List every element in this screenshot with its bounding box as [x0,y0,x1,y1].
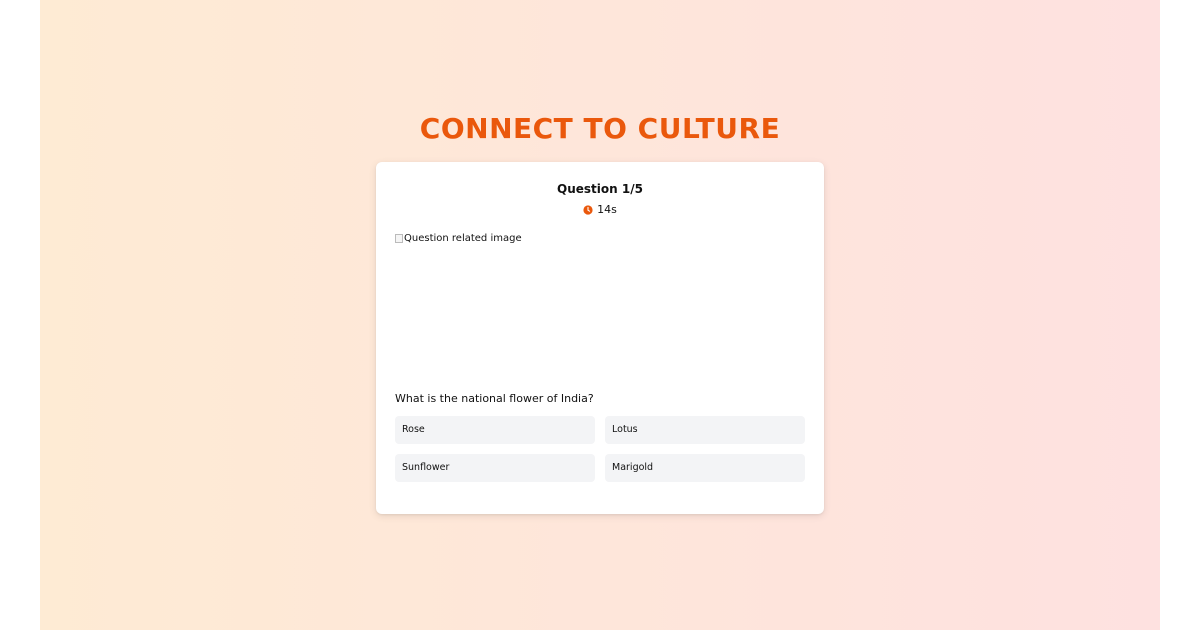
option-button-marigold[interactable]: Marigold [605,454,805,482]
clock-icon [583,205,593,215]
question-counter: Question 1/5 [557,182,643,196]
broken-image-icon [395,234,403,243]
option-button-lotus[interactable]: Lotus [605,416,805,444]
page-background: CONNECT TO CULTURE Question 1/5 14s Ques… [40,0,1160,630]
quiz-card: Question 1/5 14s Question related image … [376,162,824,514]
option-button-rose[interactable]: Rose [395,416,595,444]
question-text: What is the national flower of India? [395,392,594,405]
timer-value: 14s [597,203,617,216]
question-image: Question related image [395,232,805,382]
question-image-alt: Question related image [404,233,522,244]
option-button-sunflower[interactable]: Sunflower [395,454,595,482]
timer: 14s [376,203,824,217]
app-title: CONNECT TO CULTURE [419,112,781,145]
